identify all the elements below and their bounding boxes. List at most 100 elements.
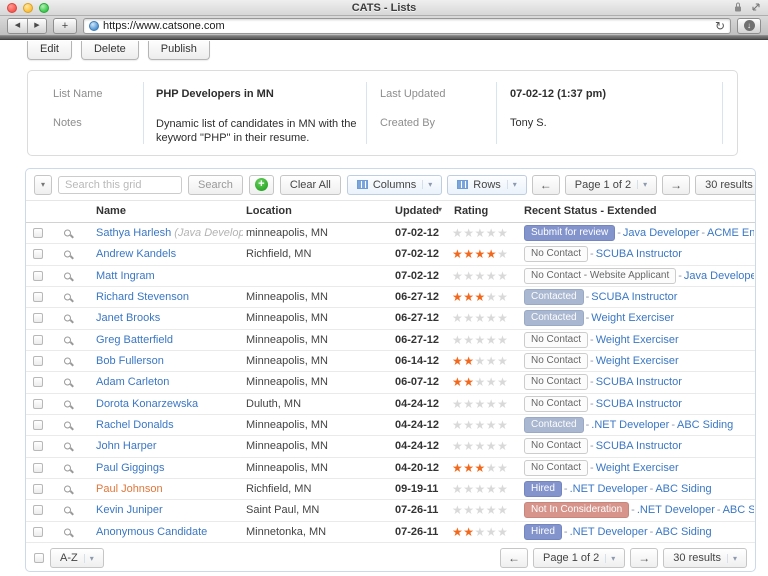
status-link[interactable]: ACME Enterpris — [707, 227, 754, 239]
results-per-page-dropdown[interactable]: 30 results▾ — [695, 175, 756, 195]
row-search-icon[interactable] — [64, 294, 71, 301]
row-checkbox[interactable] — [33, 377, 43, 387]
candidate-link[interactable]: Adam Carleton — [96, 376, 169, 388]
results-per-page-dropdown[interactable]: 30 results▾ — [663, 548, 747, 568]
candidate-link[interactable]: Dorota Konarzewska — [96, 398, 198, 410]
row-checkbox[interactable] — [33, 271, 43, 281]
row-checkbox[interactable] — [33, 441, 43, 451]
zoom-window-button[interactable] — [39, 3, 49, 13]
row-search-icon[interactable] — [64, 528, 71, 535]
row-search-icon[interactable] — [64, 486, 71, 493]
candidate-link[interactable]: Janet Brooks — [96, 312, 160, 324]
header-updated[interactable]: Updated — [395, 205, 439, 217]
candidate-link[interactable]: Greg Batterfield — [96, 334, 173, 346]
clear-all-button[interactable]: Clear All — [280, 175, 341, 195]
row-search-icon[interactable] — [64, 422, 71, 429]
candidate-link[interactable]: Paul Giggings — [96, 462, 165, 474]
row-checkbox[interactable] — [33, 399, 43, 409]
page-dropdown[interactable]: Page 1 of 2▾ — [565, 175, 657, 195]
status-link[interactable]: SCUBA Instructor — [596, 248, 682, 260]
header-rating[interactable]: Rating — [454, 205, 488, 217]
status-link[interactable]: SCUBA Instructor — [596, 376, 682, 388]
row-checkbox[interactable] — [33, 228, 43, 238]
candidate-link[interactable]: Kevin Juniper — [96, 504, 163, 516]
row-checkbox[interactable] — [33, 463, 43, 473]
back-button[interactable]: ◀ — [8, 19, 27, 33]
row-checkbox[interactable] — [33, 356, 43, 366]
row-checkbox[interactable] — [33, 335, 43, 345]
row-search-icon[interactable] — [64, 443, 71, 450]
delete-button[interactable]: Delete — [81, 41, 139, 60]
candidate-link[interactable]: Andrew Kandels — [96, 248, 176, 260]
status-link[interactable]: .NET Developer — [570, 526, 648, 538]
row-search-icon[interactable] — [64, 251, 71, 258]
status-link[interactable]: SCUBA Instructor — [596, 440, 682, 452]
add-filter-button[interactable]: + — [249, 175, 274, 195]
search-input[interactable] — [58, 176, 182, 194]
status-link[interactable]: .NET Developer — [570, 483, 648, 495]
status-link[interactable]: Weight Exerciser — [591, 312, 674, 324]
new-tab-button[interactable]: + — [53, 18, 77, 34]
candidate-link[interactable]: Paul Johnson — [96, 483, 163, 495]
address-bar[interactable]: https://www.catsone.com ↻ — [83, 18, 731, 34]
status-link[interactable]: Java Developer — [684, 270, 754, 282]
edit-button[interactable]: Edit — [27, 41, 72, 60]
status-link[interactable]: Weight Exerciser — [596, 355, 679, 367]
close-window-button[interactable] — [7, 3, 17, 13]
row-checkbox[interactable] — [33, 420, 43, 430]
row-search-icon[interactable] — [64, 464, 71, 471]
search-button[interactable]: Search — [188, 175, 243, 195]
row-search-icon[interactable] — [64, 315, 71, 322]
candidate-link[interactable]: Richard Stevenson — [96, 291, 189, 303]
prev-page-button[interactable]: ← — [532, 175, 560, 195]
row-search-icon[interactable] — [64, 230, 71, 237]
candidate-link[interactable]: Matt Ingram — [96, 270, 155, 282]
rows-dropdown[interactable]: Rows▾ — [447, 175, 527, 195]
sort-caret-icon[interactable]: ▾ — [438, 205, 442, 214]
status-link[interactable]: Weight Exerciser — [596, 334, 679, 346]
candidate-link[interactable]: Rachel Donalds — [96, 419, 174, 431]
url-text[interactable]: https://www.catsone.com — [103, 20, 711, 32]
row-search-icon[interactable] — [64, 507, 71, 514]
row-checkbox[interactable] — [33, 292, 43, 302]
row-checkbox[interactable] — [33, 313, 43, 323]
page-dropdown[interactable]: Page 1 of 2▾ — [533, 548, 625, 568]
row-search-icon[interactable] — [64, 336, 71, 343]
row-checkbox[interactable] — [33, 484, 43, 494]
status-link[interactable]: SCUBA Instructor — [591, 291, 677, 303]
header-recent-status[interactable]: Recent Status - Extended — [524, 205, 657, 217]
row-search-icon[interactable] — [64, 379, 71, 386]
status-link[interactable]: Java Developer — [623, 227, 699, 239]
status-link[interactable]: ABC Siding — [677, 419, 733, 431]
resize-icon[interactable] — [751, 0, 761, 17]
minimize-window-button[interactable] — [23, 3, 33, 13]
candidate-link[interactable]: Sathya Harlesh — [96, 227, 171, 239]
candidate-link[interactable]: Anonymous Candidate — [96, 526, 207, 538]
row-checkbox[interactable] — [33, 249, 43, 259]
row-search-icon[interactable] — [64, 272, 71, 279]
status-link[interactable]: SCUBA Instructor — [596, 398, 682, 410]
header-name[interactable]: Name — [96, 205, 126, 217]
select-all-checkbox[interactable] — [34, 553, 44, 563]
next-page-button[interactable]: → — [662, 175, 690, 195]
downloads-button[interactable]: ↓ — [737, 18, 761, 34]
row-search-icon[interactable] — [64, 358, 71, 365]
prev-page-button[interactable]: ← — [500, 548, 528, 568]
next-page-button[interactable]: → — [630, 548, 658, 568]
candidate-link[interactable]: Bob Fullerson — [96, 355, 164, 367]
status-link[interactable]: .NET Developer — [637, 504, 715, 516]
status-link[interactable]: .NET Developer — [591, 419, 669, 431]
publish-button[interactable]: Publish — [148, 41, 210, 60]
status-link[interactable]: ABC Siding — [655, 526, 711, 538]
sort-az-dropdown[interactable]: A-Z▾ — [50, 548, 104, 568]
columns-dropdown[interactable]: Columns▾ — [347, 175, 442, 195]
status-link[interactable]: ABC Siding — [655, 483, 711, 495]
forward-button[interactable]: ▶ — [27, 19, 46, 33]
status-link[interactable]: ABC Siding — [723, 504, 754, 516]
row-checkbox[interactable] — [33, 505, 43, 515]
refresh-icon[interactable]: ↻ — [715, 21, 725, 31]
status-link[interactable]: Weight Exerciser — [596, 462, 679, 474]
search-options-dropdown[interactable]: ▾ — [34, 175, 52, 195]
header-location[interactable]: Location — [246, 205, 292, 217]
row-search-icon[interactable] — [64, 400, 71, 407]
